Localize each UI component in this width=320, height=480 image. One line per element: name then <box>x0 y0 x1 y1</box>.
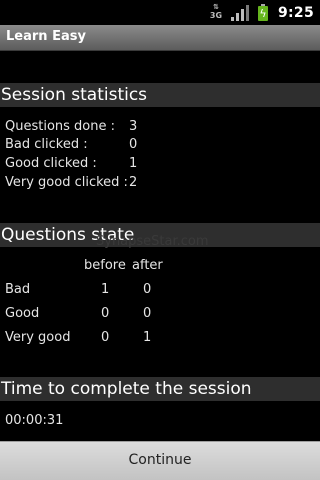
state-before-bad: 1 <box>101 282 110 297</box>
state-after-very-good: 1 <box>143 330 152 345</box>
network-type-label: 3G <box>209 11 223 20</box>
stat-value-questions-done: 3 <box>129 119 138 134</box>
app-title: Learn Easy <box>6 29 86 44</box>
session-time-value: 00:00:31 <box>5 413 64 428</box>
state-before-good: 0 <box>101 306 110 321</box>
state-row-label-bad: Bad <box>5 282 31 297</box>
watermark-text: SynapseStar.com <box>96 234 209 249</box>
time-to-complete-header: Time to complete the session <box>0 377 320 401</box>
screen: ⇅ 3G ϟ 9:25 Learn Easy Session statistic… <box>0 0 320 480</box>
status-clock: 9:25 <box>277 4 314 21</box>
stat-label-very-good-clicked: Very good clicked : <box>5 175 128 190</box>
session-statistics-header: Session statistics <box>0 83 320 107</box>
state-row-label-very-good: Very good <box>5 330 71 345</box>
state-before-very-good: 0 <box>101 330 110 345</box>
state-after-bad: 0 <box>143 282 152 297</box>
stat-value-very-good-clicked: 2 <box>129 175 138 190</box>
status-icons: ⇅ 3G ϟ 9:25 <box>209 3 314 22</box>
column-header-before: before <box>84 258 126 273</box>
state-after-good: 0 <box>143 306 152 321</box>
stat-label-bad-clicked: Bad clicked : <box>5 137 88 152</box>
stat-label-good-clicked: Good clicked : <box>5 156 97 171</box>
status-bar: ⇅ 3G ϟ 9:25 <box>0 0 320 25</box>
signal-icon <box>230 4 249 21</box>
battery-charging-icon: ϟ <box>257 4 268 21</box>
app-title-bar: Learn Easy <box>0 25 320 51</box>
continue-button[interactable]: Continue <box>0 441 320 480</box>
stat-value-good-clicked: 1 <box>129 156 138 171</box>
stat-label-questions-done: Questions done : <box>5 119 116 134</box>
network-3g-icon: ⇅ 3G <box>209 3 223 20</box>
state-row-label-good: Good <box>5 306 40 321</box>
column-header-after: after <box>132 258 163 273</box>
stat-value-bad-clicked: 0 <box>129 137 138 152</box>
